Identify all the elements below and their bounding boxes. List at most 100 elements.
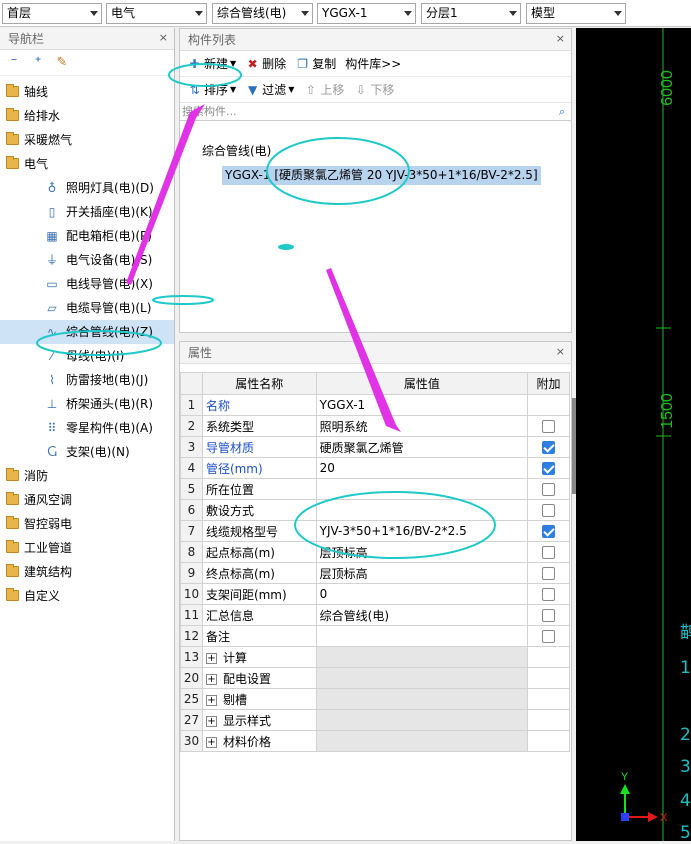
property-value[interactable]: 综合管线(电) <box>315 604 529 626</box>
collapse-all-icon[interactable]: ⁻ <box>6 55 22 71</box>
property-name: 管径(mm) <box>201 457 317 479</box>
layer-select[interactable]: 分层1 <box>421 3 521 24</box>
nav-item-misc-component[interactable]: ⠿ 零星构件(电)(A) <box>0 416 174 440</box>
close-icon[interactable]: × <box>556 341 565 363</box>
nav-item-structure[interactable]: 建筑结构 <box>0 560 174 584</box>
extra-checkbox[interactable] <box>542 504 556 517</box>
extra-checkbox[interactable] <box>542 546 556 559</box>
search-icon[interactable]: ⌕ <box>559 103 565 121</box>
property-value[interactable]: 0 <box>315 583 529 605</box>
table-row-group[interactable]: 25 + 剔槽 <box>180 688 570 710</box>
property-value[interactable]: YJV-3*50+1*16/BV-2*2.5 <box>315 520 529 542</box>
component-select[interactable]: YGGX-1 <box>317 3 416 24</box>
nav-item-axis[interactable]: 轴线 <box>0 80 174 104</box>
nav-item-bracket[interactable]: Ⴚ 支架(电)(N) <box>0 440 174 464</box>
sort-label: 排序 <box>204 83 229 97</box>
nav-item-lighting[interactable]: ♁ 照明灯具(电)(D) <box>0 176 174 200</box>
edit-list-icon[interactable]: ✎ <box>54 55 70 71</box>
property-value[interactable]: 层顶标高 <box>315 541 529 563</box>
filter-button[interactable]: ▼ 过滤 ▼ <box>242 81 297 98</box>
close-icon[interactable]: × <box>556 28 565 50</box>
folder-icon <box>6 156 19 169</box>
type-select-value: 综合管线(电) <box>217 6 287 20</box>
nav-item-fire[interactable]: 消防 <box>0 464 174 488</box>
nav-item-electrical[interactable]: 电气 <box>0 152 174 176</box>
nav-item-composite-pipeline[interactable]: ∿ 综合管线(电)(Z) <box>0 320 174 344</box>
extra-checkbox[interactable] <box>542 483 556 496</box>
new-label: 新建 <box>204 57 229 71</box>
copy-button[interactable]: ❐ 复制 <box>292 55 339 72</box>
extra-checkbox[interactable] <box>542 630 556 643</box>
expand-all-icon[interactable]: ⁺ <box>30 55 46 71</box>
nav-item-heating[interactable]: 采暖燃气 <box>0 128 174 152</box>
nav-item-plumbing[interactable]: 给排水 <box>0 104 174 128</box>
property-value[interactable]: 层顶标高 <box>315 562 529 584</box>
component-search-input[interactable]: 搜索构件... ⌕ <box>180 103 571 121</box>
move-up-button[interactable]: ⇧ 上移 <box>300 81 347 98</box>
nav-item-busbar[interactable]: ⁄ 母线(电)(I) <box>0 344 174 368</box>
nav-item-weak-current[interactable]: 智控弱电 <box>0 512 174 536</box>
table-row-group[interactable]: 13 + 计算 <box>180 646 570 668</box>
table-row-group[interactable]: 27 + 显示样式 <box>180 709 570 731</box>
extra-cell <box>527 646 570 668</box>
property-value[interactable] <box>315 499 529 521</box>
property-value[interactable]: 20 <box>315 457 529 479</box>
property-value[interactable]: YGGX-1 <box>315 394 529 416</box>
mode-select[interactable]: 模型 <box>526 3 626 24</box>
property-group-label: 材料价格 <box>222 734 271 749</box>
nav-item-equipment[interactable]: ⏚ 电气设备(电)(S) <box>0 248 174 272</box>
library-button[interactable]: 构件库>> <box>342 55 404 72</box>
nav-item-label: 配电箱柜(电)(P) <box>66 229 152 243</box>
property-value[interactable]: 照明系统 <box>315 415 529 437</box>
sort-button[interactable]: ⇅ 排序 ▼ <box>184 81 239 98</box>
extra-checkbox[interactable] <box>542 420 556 433</box>
property-group: + 材料价格 <box>201 730 317 752</box>
table-row: 7 线缆规格型号 YJV-3*50+1*16/BV-2*2.5 <box>180 520 570 542</box>
delete-button[interactable]: ✖ 删除 <box>242 55 289 72</box>
discipline-select[interactable]: 电气 <box>106 3 207 24</box>
expand-icon[interactable]: + <box>205 694 217 706</box>
discipline-select-value: 电气 <box>111 6 136 20</box>
extra-checkbox-checked[interactable] <box>542 441 556 454</box>
close-icon[interactable]: × <box>159 27 168 49</box>
extra-checkbox-checked[interactable] <box>542 462 556 475</box>
property-value[interactable] <box>315 478 529 500</box>
nav-item-hvac[interactable]: 通风空调 <box>0 488 174 512</box>
dimension-label-top: 6000 <box>659 70 676 106</box>
table-row-group[interactable]: 20 + 配电设置 <box>180 667 570 689</box>
nav-item-custom[interactable]: 自定义 <box>0 584 174 608</box>
nav-item-wire-conduit[interactable]: ▭ 电线导管(电)(X) <box>0 272 174 296</box>
expand-icon[interactable]: + <box>205 736 217 748</box>
conduit-icon: ▭ <box>46 277 58 291</box>
row-number: 30 <box>180 730 203 752</box>
expand-icon[interactable]: + <box>205 673 217 685</box>
extra-checkbox[interactable] <box>542 588 556 601</box>
nav-item-distribution-box[interactable]: ▦ 配电箱柜(电)(P) <box>0 224 174 248</box>
cad-side-text: 5 <box>680 823 691 841</box>
cad-side-text: 2 <box>680 725 691 745</box>
new-button[interactable]: ✚ 新建 ▼ <box>184 55 239 72</box>
type-select[interactable]: 综合管线(电) <box>212 3 313 24</box>
move-down-button[interactable]: ⇩ 下移 <box>350 81 397 98</box>
property-value[interactable]: 硬质聚氯乙烯管 <box>315 436 529 458</box>
component-select-value: YGGX-1 <box>322 6 368 20</box>
cad-side-text: 4 <box>680 791 691 811</box>
cad-canvas[interactable]: 6000 1500 鹋 1. 2 3 4 5 Y X <box>576 28 691 843</box>
component-group[interactable]: 综合管线(电) <box>202 142 271 159</box>
nav-item-industrial-pipe[interactable]: 工业管道 <box>0 536 174 560</box>
table-row-group[interactable]: 30 + 材料价格 <box>180 730 570 752</box>
extra-checkbox[interactable] <box>542 609 556 622</box>
expand-icon[interactable]: + <box>205 715 217 727</box>
copy-icon: ❐ <box>297 56 309 71</box>
nav-item-tray-fitting[interactable]: ⊥ 桥架通头(电)(R) <box>0 392 174 416</box>
expand-icon[interactable]: + <box>205 652 217 664</box>
nav-item-switch-socket[interactable]: ▯ 开关插座(电)(K) <box>0 200 174 224</box>
nav-item-cable-conduit[interactable]: ▱ 电缆导管(电)(L) <box>0 296 174 320</box>
component-item-selected[interactable]: YGGX-1 [硬质聚氯乙烯管 20 YJV-3*50+1*16/BV-2*2.… <box>222 166 541 185</box>
nav-item-lightning-grounding[interactable]: ⌇ 防雷接地(电)(J) <box>0 368 174 392</box>
floor-select[interactable]: 首层 <box>2 3 102 24</box>
property-value[interactable] <box>315 625 529 647</box>
extra-checkbox[interactable] <box>542 567 556 580</box>
extra-cell <box>527 415 570 437</box>
extra-checkbox-checked[interactable] <box>542 525 556 538</box>
